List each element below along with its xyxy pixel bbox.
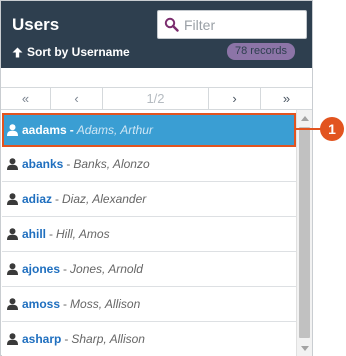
username: asharp [22,332,62,346]
user-icon [7,298,18,310]
scroll-up-button[interactable] [297,110,312,126]
username: amoss [22,297,61,311]
user-icon [7,333,18,345]
separator: - [63,262,68,276]
filter-input[interactable] [184,16,304,33]
separator: - [55,192,60,206]
user-icon [7,123,18,136]
callout-connector [295,128,321,130]
full-name: Hill, Amos [56,227,110,241]
previous-page-button[interactable]: ‹ [51,88,103,109]
list-scrollbar[interactable] [296,110,312,356]
username: aadams [22,122,67,137]
search-icon [164,17,179,32]
toolbar-spacer [1,68,312,88]
list-item[interactable]: amoss - Moss, Allison [2,287,296,322]
user-icon [7,263,18,275]
scroll-thumb[interactable] [299,127,310,338]
list-item[interactable]: aadams - Adams, Arthur [2,113,296,147]
separator: - [63,297,68,311]
list-item[interactable]: abanks - Banks, Alonzo [2,147,296,182]
callout-badge: 1 [320,117,344,141]
separator: - [49,227,54,241]
panel-title: Users [12,15,60,34]
users-panel: Users Sort by Username 78 records « ‹ 1/… [0,0,313,356]
user-icon [7,193,18,205]
triangle-up-icon [300,115,309,121]
last-page-button[interactable]: » [261,88,312,109]
separator: - [66,157,71,171]
full-name: Sharp, Allison [71,332,145,346]
page-indicator: 1/2 [103,88,209,109]
full-name: Diaz, Alexander [62,192,147,206]
panel-header: Users Sort by Username 78 records [1,1,312,68]
record-count-badge: 78 records [227,43,295,60]
filter-field[interactable] [157,10,307,39]
arrow-up-icon [12,47,23,57]
list-item[interactable]: ahill - Hill, Amos [2,217,296,252]
username: adiaz [22,192,53,206]
first-page-button[interactable]: « [1,88,51,109]
username: ahill [22,227,47,241]
list-item[interactable]: asharp - Sharp, Allison [2,322,296,356]
full-name: Adams, Arthur [76,122,153,137]
user-icon [7,158,18,170]
triangle-down-icon [300,345,309,351]
user-list: aadams - Adams, Arthur abanks - Banks, A… [2,113,296,356]
pager: « ‹ 1/2 › » [1,88,312,110]
sort-by-username-button[interactable]: Sort by Username [12,45,130,59]
full-name: Moss, Allison [70,297,141,311]
full-name: Jones, Arnold [70,262,143,276]
separator: - [69,122,74,137]
scroll-down-button[interactable] [297,340,312,356]
username: abanks [22,157,64,171]
list-item[interactable]: ajones - Jones, Arnold [2,252,296,287]
username: ajones [22,262,61,276]
sort-label: Sort by Username [27,45,130,59]
full-name: Banks, Alonzo [73,157,150,171]
user-icon [7,228,18,240]
list-item[interactable]: adiaz - Diaz, Alexander [2,182,296,217]
next-page-button[interactable]: › [209,88,261,109]
separator: - [64,332,69,346]
